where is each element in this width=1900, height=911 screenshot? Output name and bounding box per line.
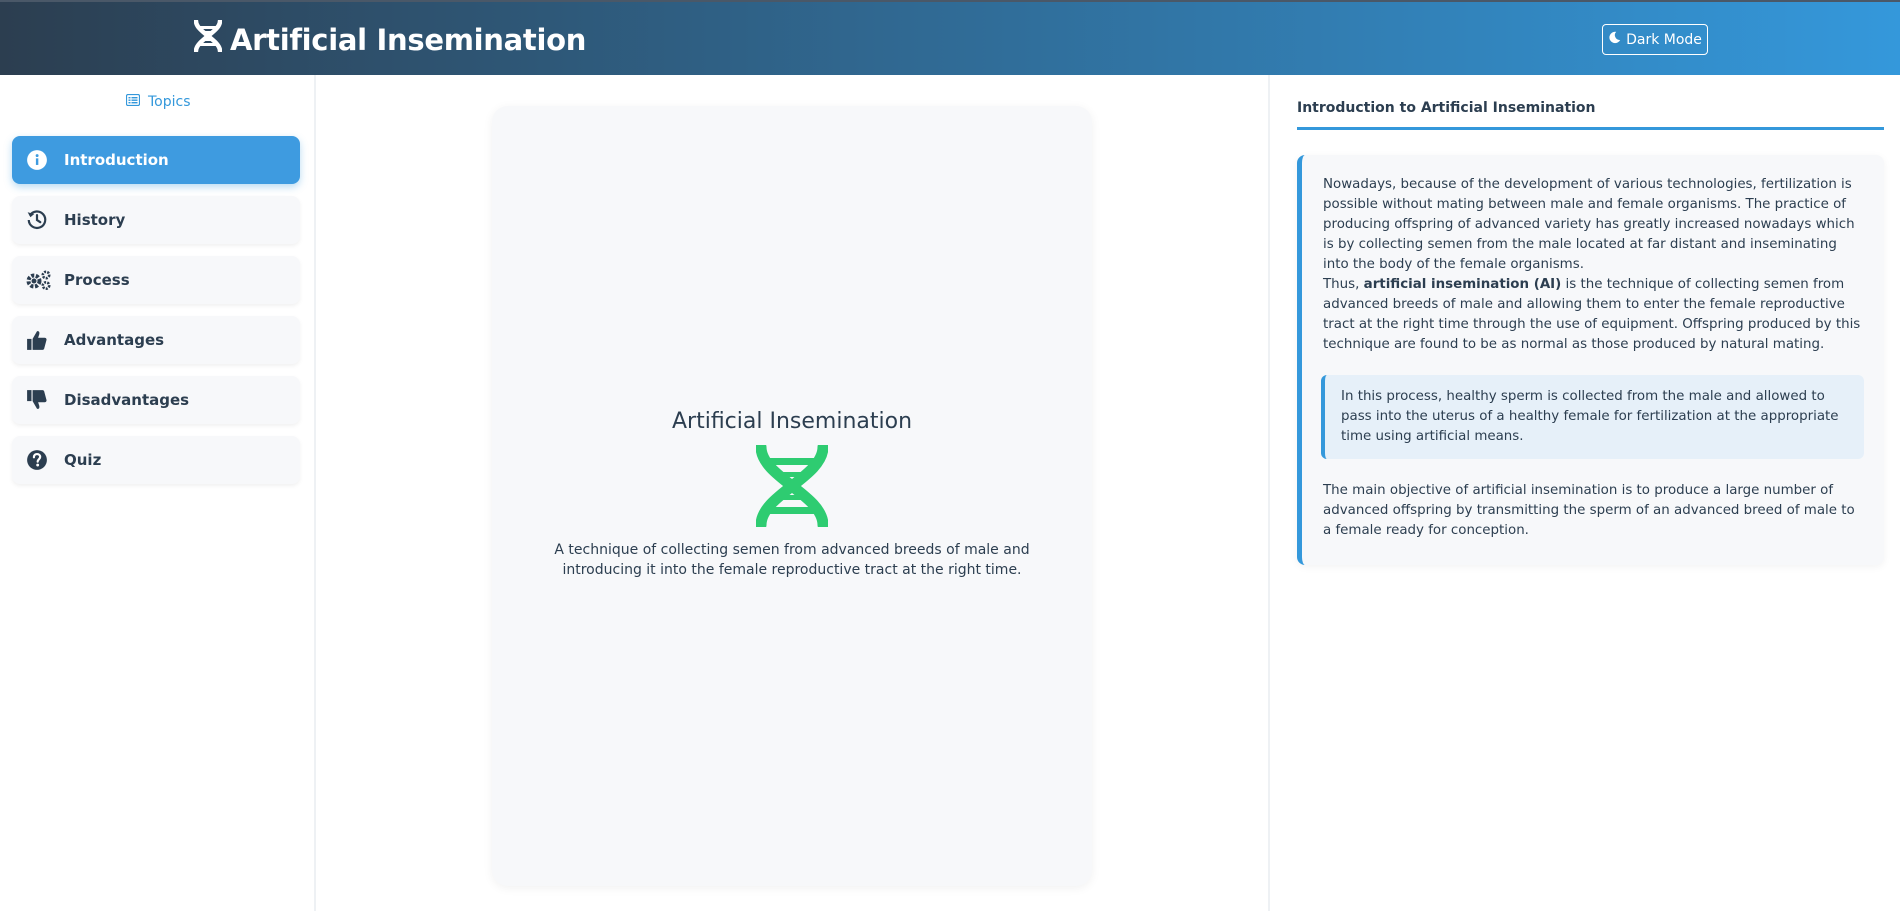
sidebar-item-label: Disadvantages xyxy=(64,391,190,409)
topics-label: Topics xyxy=(148,94,191,110)
card-title: Artificial Insemination xyxy=(671,409,913,434)
dna-icon xyxy=(755,441,829,531)
content-panel: Introduction to Artificial Insemination … xyxy=(1268,75,1900,911)
intro-paragraph-1: Nowadays, because of the development of … xyxy=(1323,177,1855,272)
card-description: A technique of collecting semen from adv… xyxy=(554,542,1030,578)
dark-mode-label: Dark Mode xyxy=(1626,31,1702,48)
dna-icon xyxy=(193,18,223,59)
sidebar-item-process[interactable]: Process xyxy=(12,256,300,304)
topics-heading: Topics xyxy=(125,93,191,110)
sidebar-item-quiz[interactable]: Quiz xyxy=(12,436,300,484)
gears-icon xyxy=(26,269,52,291)
sidebar-item-disadvantages[interactable]: Disadvantages xyxy=(12,376,300,424)
sidebar: Topics Introduction History Process Adva… xyxy=(0,75,316,911)
thumbs-down-icon xyxy=(26,389,48,411)
thumbs-up-icon xyxy=(26,329,48,351)
sidebar-item-introduction[interactable]: Introduction xyxy=(12,136,300,184)
history-icon xyxy=(26,209,48,231)
app-title: Artificial Insemination xyxy=(193,18,587,59)
sidebar-item-label: Process xyxy=(64,271,130,289)
highlight-note: In this process, healthy sperm is collec… xyxy=(1321,375,1864,459)
moon-icon xyxy=(1608,31,1621,48)
sidebar-item-label: Quiz xyxy=(64,451,102,469)
sidebar-item-history[interactable]: History xyxy=(12,196,300,244)
panel-title: Introduction to Artificial Insemination xyxy=(1297,100,1884,130)
dark-mode-button[interactable]: Dark Mode xyxy=(1602,24,1708,55)
topic-card: Artificial Insemination A technique of c… xyxy=(492,106,1092,886)
sidebar-item-advantages[interactable]: Advantages xyxy=(12,316,300,364)
app-title-text: Artificial Insemination xyxy=(230,22,587,57)
intro-paragraph-3: The main objective of artificial insemin… xyxy=(1323,483,1855,538)
info-circle-icon xyxy=(26,149,48,171)
ai-term: artificial insemination (AI) xyxy=(1363,277,1562,292)
intro-paragraph-2: Thus, artificial insemination (AI) is th… xyxy=(1323,275,1864,355)
intro-content: Nowadays, because of the development of … xyxy=(1297,155,1884,565)
question-circle-icon xyxy=(26,449,48,471)
app-header: Artificial Insemination Dark Mode xyxy=(0,0,1900,75)
sidebar-item-label: History xyxy=(64,211,126,229)
sidebar-item-label: Introduction xyxy=(64,151,169,169)
para-prefix: Thus, xyxy=(1323,277,1364,292)
sidebar-item-label: Advantages xyxy=(64,331,165,349)
list-icon xyxy=(125,93,141,110)
